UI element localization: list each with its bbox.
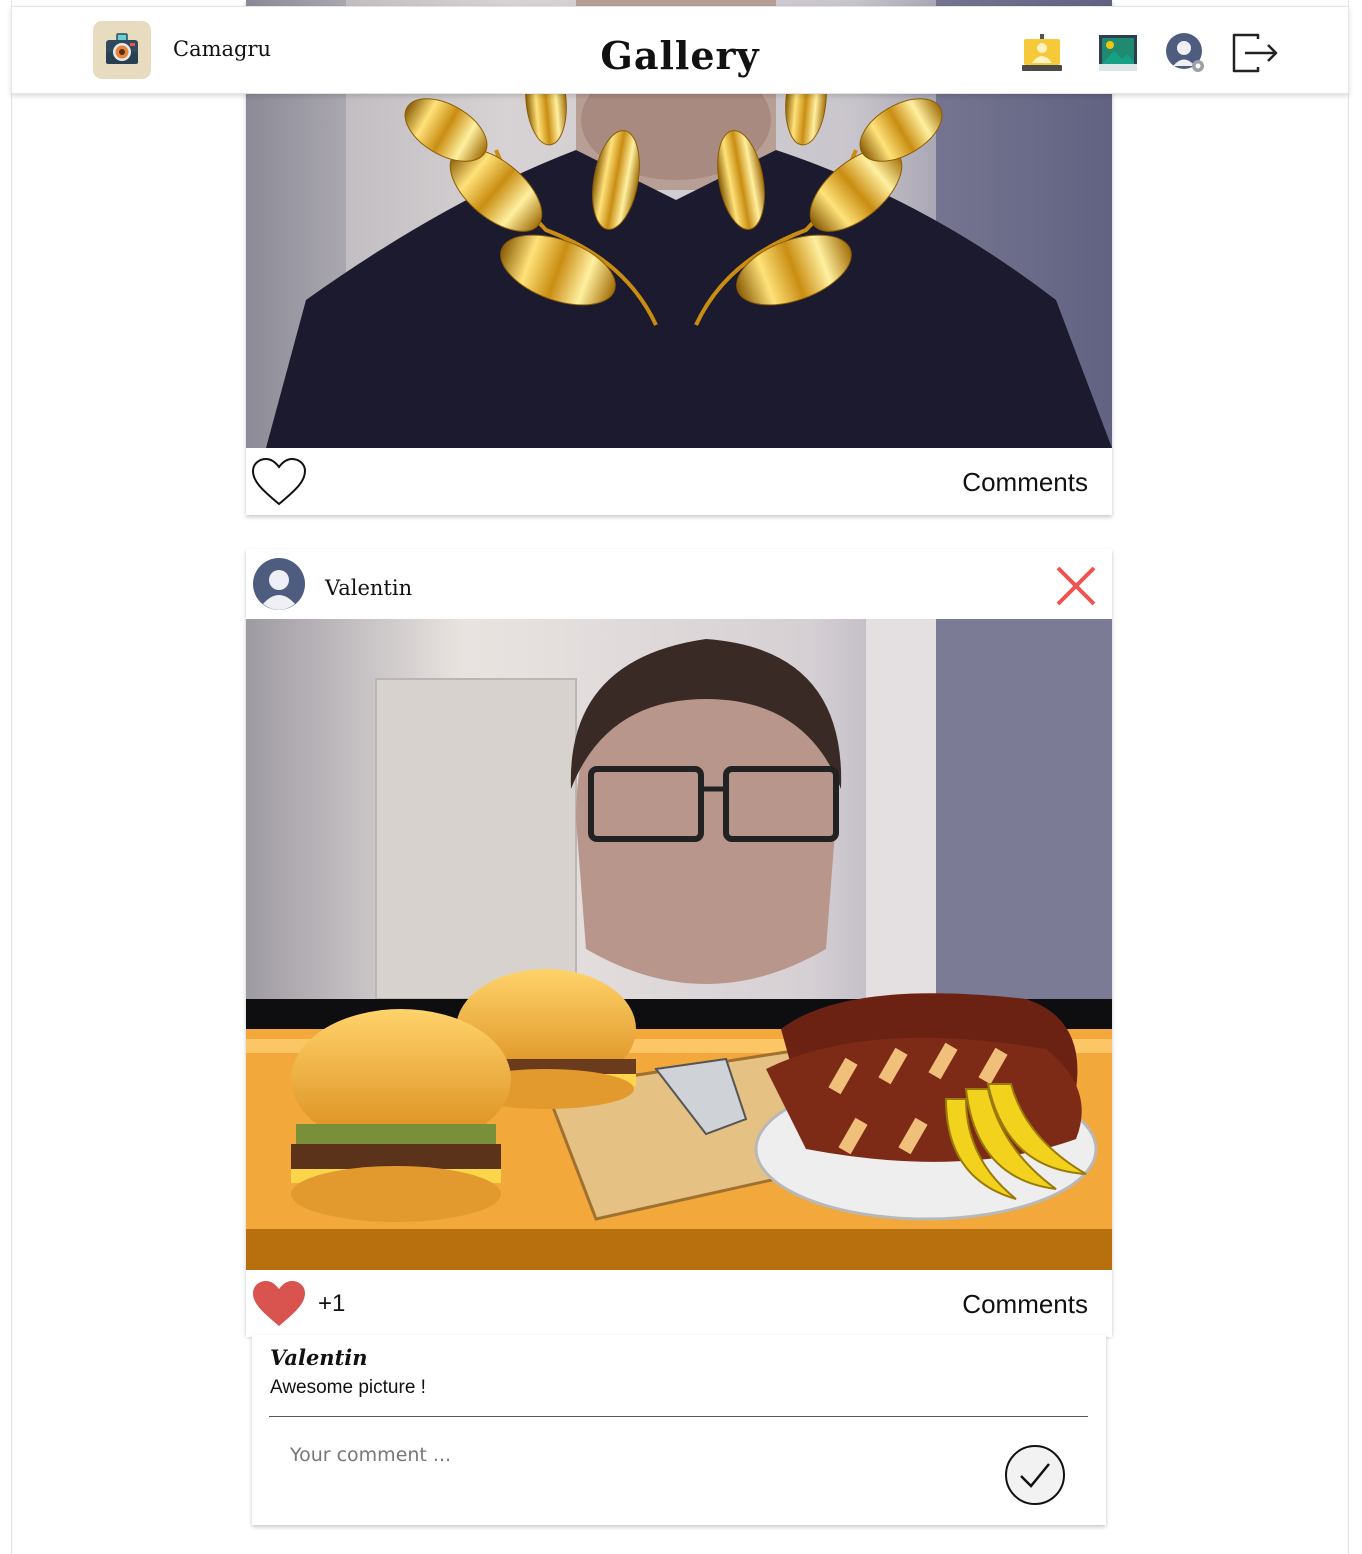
comment-divider: [269, 1416, 1088, 1417]
heart-filled-icon[interactable]: [251, 1279, 307, 1329]
post-photo[interactable]: [246, 619, 1112, 1270]
submit-check-icon[interactable]: [1004, 1444, 1066, 1506]
comment-text: Awesome picture !: [270, 1377, 426, 1398]
heart-outline-icon[interactable]: [251, 457, 307, 507]
top-navbar: Camagru Gallery: [11, 6, 1349, 94]
logout-icon[interactable]: [1230, 31, 1282, 75]
gallery-icon[interactable]: [1096, 31, 1140, 75]
avatar[interactable]: [253, 558, 305, 610]
page-title: Gallery: [600, 33, 760, 78]
post-card: Valentin +1 Comments: [246, 549, 1112, 1337]
post-author[interactable]: Valentin: [325, 576, 412, 600]
comment-input[interactable]: [270, 1433, 1010, 1477]
comment-author: Valentin: [270, 1345, 368, 1370]
comments-panel: Valentin Awesome picture !: [252, 1335, 1106, 1525]
like-count: +1: [318, 1290, 346, 1317]
post-action-bar: Comments: [246, 448, 1112, 515]
comments-link[interactable]: Comments: [962, 1289, 1088, 1320]
close-icon[interactable]: [1054, 564, 1098, 608]
webcam-capture-icon[interactable]: [1020, 31, 1064, 75]
post-header: Valentin: [246, 549, 1112, 619]
comments-link[interactable]: Comments: [962, 467, 1088, 498]
account-settings-icon[interactable]: [1164, 31, 1208, 75]
post-action-bar: +1 Comments: [246, 1270, 1112, 1337]
